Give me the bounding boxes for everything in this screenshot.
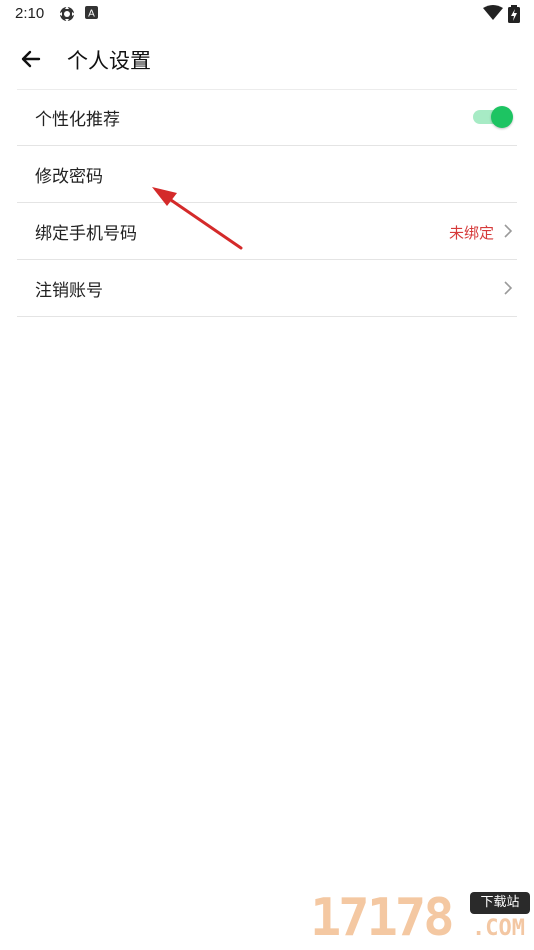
status-time: 2:10 (15, 5, 45, 22)
phone-bind-status: 未绑定 (448, 224, 494, 242)
setting-label: 修改密码 (35, 167, 103, 187)
watermark-digits: 17178 (310, 888, 455, 948)
setting-label: 绑定手机号码 (35, 224, 137, 244)
watermark-com: .COM (472, 916, 525, 941)
svg-text:A: A (88, 9, 95, 20)
wifi-icon (483, 5, 503, 25)
setting-row-change-password[interactable]: 修改密码 (17, 146, 517, 203)
page-title: 个人设置 (67, 49, 151, 73)
toggle-thumb (491, 106, 513, 128)
setting-row-personalized-recommendation[interactable]: 个性化推荐 (17, 89, 517, 146)
watermark-logo: 17178 下载站 .COM (310, 888, 532, 948)
chevron-right-icon (504, 224, 513, 238)
watermark-badge: 下载站 (470, 892, 530, 914)
chevron-right-icon (504, 281, 513, 295)
back-button[interactable] (14, 42, 48, 76)
settings-gear-icon (58, 5, 76, 27)
status-bar: 2:10 A (0, 0, 534, 28)
setting-label: 注销账号 (35, 281, 103, 301)
arrow-left-icon (21, 50, 41, 68)
personalized-recommendation-toggle[interactable] (473, 106, 513, 128)
battery-charging-icon (508, 5, 520, 27)
a-badge-icon: A (85, 5, 99, 25)
setting-row-delete-account[interactable]: 注销账号 (17, 260, 517, 317)
setting-label: 个性化推荐 (35, 110, 120, 130)
settings-list: 个性化推荐 修改密码 绑定手机号码 未绑定 注销账号 (17, 89, 517, 317)
setting-row-bind-phone[interactable]: 绑定手机号码 未绑定 (17, 203, 517, 260)
app-bar: 个人设置 (0, 30, 534, 88)
